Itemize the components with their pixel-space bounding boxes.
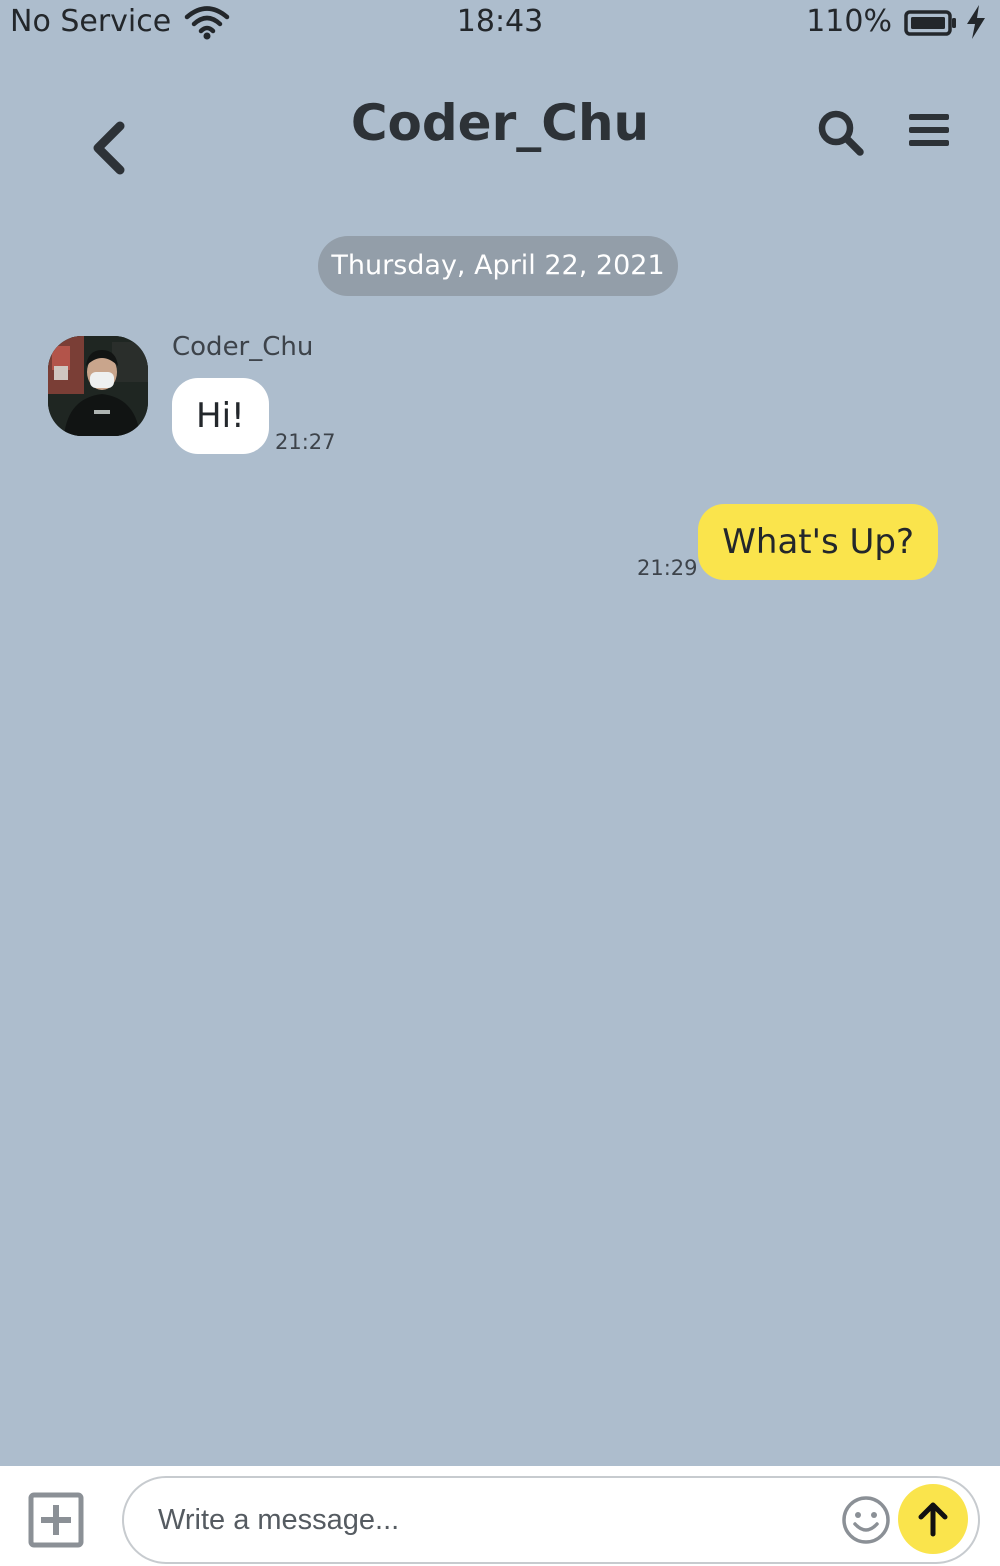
- plus-square-icon[interactable]: [28, 1492, 84, 1548]
- sender-name: Coder_Chu: [172, 332, 314, 362]
- avatar-photo: [48, 336, 148, 436]
- outgoing-message-bubble[interactable]: What's Up?: [698, 504, 938, 580]
- send-button[interactable]: [898, 1484, 968, 1554]
- incoming-message-bubble[interactable]: Hi!: [172, 378, 269, 454]
- battery-icon: [904, 10, 956, 36]
- avatar[interactable]: [48, 336, 148, 436]
- battery-percent-label: 110%: [806, 4, 892, 39]
- arrow-up-icon: [918, 1502, 948, 1537]
- smile-icon[interactable]: [840, 1494, 892, 1546]
- charging-bolt-icon: [967, 5, 985, 39]
- message-timestamp: 21:29: [637, 556, 698, 580]
- date-separator: Thursday, April 22, 2021: [318, 236, 678, 296]
- search-icon[interactable]: [816, 108, 866, 158]
- status-bar: No Service 18:43 110%: [0, 0, 1000, 48]
- message-composer: [0, 1466, 1000, 1566]
- message-input-container: [122, 1476, 980, 1564]
- message-input[interactable]: [158, 1494, 818, 1546]
- hamburger-menu-icon[interactable]: [906, 110, 952, 150]
- chat-header: Coder_Chu: [0, 80, 1000, 200]
- chat-screen: No Service 18:43 110% Coder_Chu Thursday…: [0, 0, 1000, 1566]
- message-timestamp: 21:27: [275, 430, 336, 454]
